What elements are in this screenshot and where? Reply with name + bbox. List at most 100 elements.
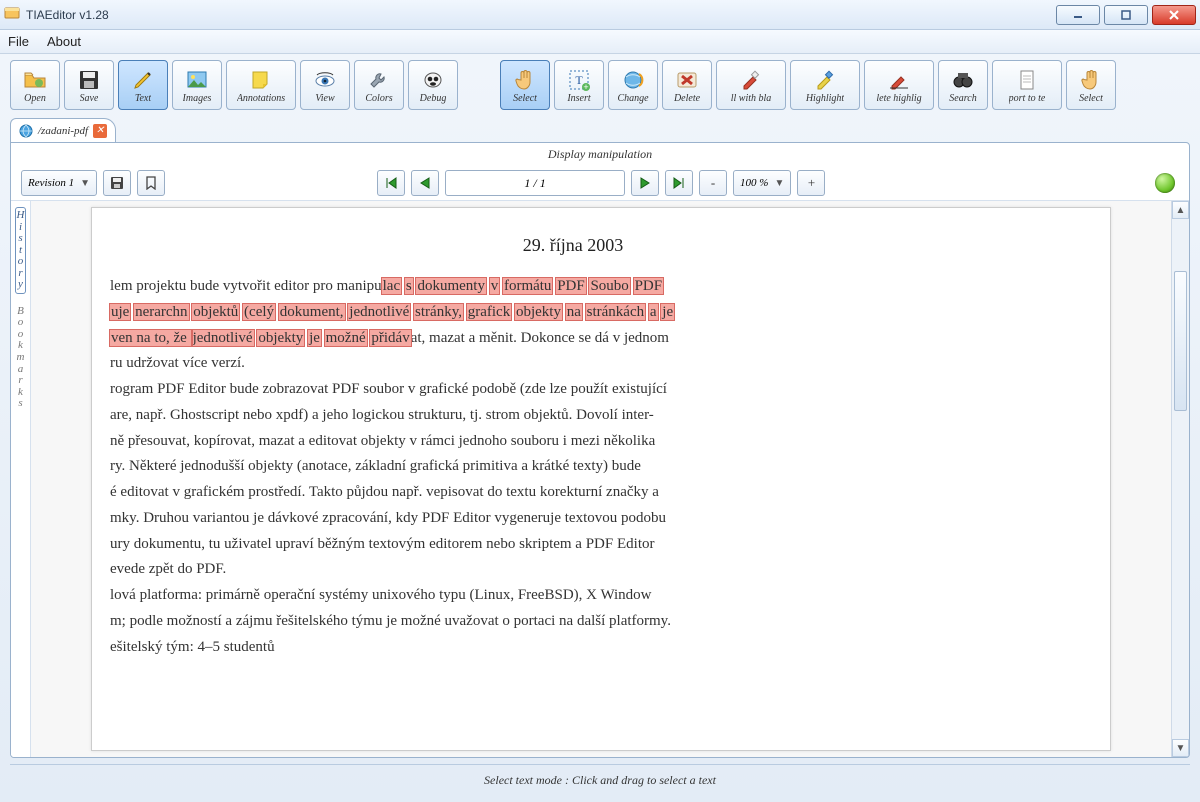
highlight: lac <box>382 278 401 294</box>
zoom-combo[interactable]: 100 % ▼ <box>733 170 791 196</box>
scroll-up-button[interactable]: ▲ <box>1172 201 1189 219</box>
menu-about[interactable]: About <box>47 34 81 49</box>
zoom-in-button[interactable]: + <box>797 170 825 196</box>
revision-label: Revision 1 <box>28 177 74 189</box>
minimize-button[interactable] <box>1056 5 1100 25</box>
highlight: ven na to, že <box>110 330 192 346</box>
text-button[interactable]: Text <box>118 60 168 110</box>
tool-label: Text <box>135 93 151 104</box>
toolbar: Open Save Text ImagesAnnotations View Colors D… <box>10 60 1190 110</box>
tool-label: Insert <box>567 93 590 104</box>
doc-line: é editovat v grafickém prostředí. Takto … <box>110 482 1036 504</box>
highlight: možné <box>325 330 367 346</box>
save-button[interactable]: Save <box>64 60 114 110</box>
page-icon <box>1014 67 1040 93</box>
tool-label: ll with bla <box>731 93 772 104</box>
maximize-button[interactable] <box>1104 5 1148 25</box>
zoom-out-button[interactable]: - <box>699 170 727 196</box>
status-orb-button[interactable] <box>1151 170 1179 196</box>
doc-line: lová platforma: primárně operační systém… <box>110 585 1036 607</box>
doc-line: mky. Druhou variantou je dávkové zpracov… <box>110 508 1036 530</box>
document-date: 29. října 2003 <box>110 232 1036 258</box>
globe-refresh-icon <box>620 67 646 93</box>
highlight: grafick <box>467 304 511 320</box>
highlight: dokument, <box>279 304 345 320</box>
view-button[interactable]: View <box>300 60 350 110</box>
minus-label: - <box>711 175 715 191</box>
close-button[interactable] <box>1152 5 1196 25</box>
highlight: je <box>661 304 674 320</box>
highlight: jednotlivé <box>192 330 254 346</box>
delete-x-icon <box>674 67 700 93</box>
plus-label: + <box>807 175 816 191</box>
doc-line: are, např. Ghostscript nebo xpdf) a jeho… <box>110 405 1036 427</box>
tool-label: Open <box>24 93 46 104</box>
highlight: stránky, <box>414 304 463 320</box>
document-viewport[interactable]: 29. října 2003 lem projektu bude vytvoři… <box>31 201 1171 757</box>
zoom-label: 100 % <box>740 177 768 189</box>
highlight: objektů <box>192 304 239 320</box>
tool-label: Highlight <box>806 93 844 104</box>
document-tab[interactable]: /zadani-pdf ✕ <box>10 118 116 142</box>
tool-label: Debug <box>420 93 447 104</box>
marker-red-icon <box>738 67 764 93</box>
delhighlig-button[interactable]: lete highlig <box>864 60 934 110</box>
display-panel: Display manipulation Revision 1 ▼ 1 / 1 … <box>10 142 1190 758</box>
side-tab-bookmarks[interactable]: Bookmarks <box>16 304 26 412</box>
doc-line: ven na to, že jednotlivé objekty je možn… <box>110 328 1036 350</box>
tool-label: lete highlig <box>876 93 921 104</box>
tab-close-icon[interactable]: ✕ <box>93 124 107 138</box>
highlight: nerarchn <box>134 304 188 320</box>
highlight: uje <box>110 304 130 320</box>
insert-button[interactable]: T+Insert <box>554 60 604 110</box>
side-tab-history[interactable]: History <box>15 207 27 294</box>
titlebar: TIAEditor v1.28 <box>0 0 1200 30</box>
change-button[interactable]: Change <box>608 60 658 110</box>
tool-label: Search <box>949 93 976 104</box>
highlight-button[interactable]: Highlight <box>790 60 860 110</box>
select2-button[interactable]: Select <box>1066 60 1116 110</box>
doc-line: ně přesouvat, kopírovat, mazat a editova… <box>110 431 1036 453</box>
save-revision-button[interactable] <box>103 170 131 196</box>
page-field[interactable]: 1 / 1 <box>445 170 625 196</box>
delete-button[interactable]: Delete <box>662 60 712 110</box>
green-orb-icon <box>1155 173 1175 193</box>
doc-line: lem projektu bude vytvořit editor pro ma… <box>110 276 1036 298</box>
highlight: jednotlivé <box>348 304 410 320</box>
highlight: s <box>405 278 413 294</box>
next-page-button[interactable] <box>631 170 659 196</box>
export-button[interactable]: port to te <box>992 60 1062 110</box>
colors-button[interactable]: Colors <box>354 60 404 110</box>
bookmark-button[interactable] <box>137 170 165 196</box>
scroll-thumb[interactable] <box>1174 271 1187 411</box>
fillblack-button[interactable]: ll with bla <box>716 60 786 110</box>
highlight: (celý <box>243 304 275 320</box>
page-value: 1 / 1 <box>524 176 545 191</box>
open-button[interactable]: Open <box>10 60 60 110</box>
scroll-down-button[interactable]: ▼ <box>1172 739 1189 757</box>
highlight: PDF <box>634 278 664 294</box>
picture-icon <box>184 67 210 93</box>
search-button[interactable]: Search <box>938 60 988 110</box>
images-button[interactable]: Images <box>172 60 222 110</box>
highlight: dokumenty <box>416 278 486 294</box>
tool-label: Select <box>513 93 537 104</box>
doc-line: uje nerarchn objektů (celý dokument, jed… <box>110 302 1036 324</box>
select-button[interactable]: Select <box>500 60 550 110</box>
workspace: History Bookmarks 29. října 2003 lem pro… <box>11 201 1189 757</box>
first-page-button[interactable] <box>377 170 405 196</box>
highlight: je <box>308 330 321 346</box>
doc-line: ry. Některé jednodušší objekty (anotace,… <box>110 456 1036 478</box>
svg-text:T: T <box>575 73 583 87</box>
menu-file[interactable]: File <box>8 34 29 49</box>
prev-page-button[interactable] <box>411 170 439 196</box>
last-page-button[interactable] <box>665 170 693 196</box>
debug-button[interactable]: Debug <box>408 60 458 110</box>
revision-combo[interactable]: Revision 1 ▼ <box>21 170 97 196</box>
eye-icon <box>312 67 338 93</box>
vertical-scrollbar[interactable]: ▲ ▼ <box>1171 201 1189 757</box>
annotations-button[interactable]: Annotations <box>226 60 296 110</box>
highlight: Soubo <box>589 278 629 294</box>
tool-label: Colors <box>365 93 392 104</box>
tool-label: View <box>315 93 334 104</box>
